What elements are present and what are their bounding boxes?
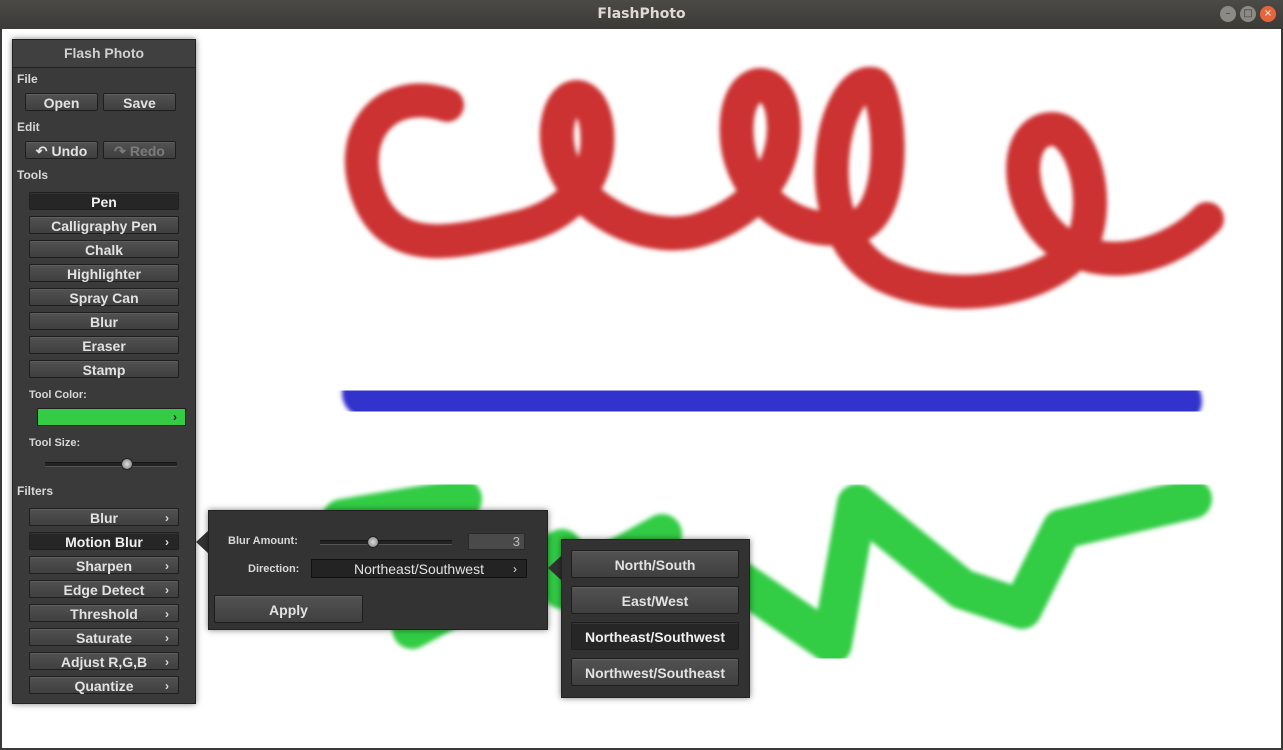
filter-blur-button[interactable]: Blur › [29,508,179,526]
tool-size-slider[interactable] [45,462,177,467]
direction-option-northeast-southwest[interactable]: Northeast/Southwest [571,622,739,650]
chevron-right-icon: › [173,410,177,424]
filter-label: Quantize [74,678,134,694]
window-title: FlashPhoto [597,6,686,22]
tool-chalk-button[interactable]: Chalk [29,240,179,258]
control-panel: Flash Photo File Open Save Edit ↶ Undo ↷ R… [12,39,196,704]
filters-heading: Filters [17,484,54,498]
option-label: North/South [614,557,696,573]
option-label: East/West [621,593,689,609]
tool-label: Highlighter [67,266,141,282]
redo-button[interactable]: ↷ Redo [103,141,176,159]
redo-icon: ↷ [114,143,126,159]
direction-option-north-south[interactable]: North/South [571,550,739,578]
chevron-right-icon: › [165,679,169,693]
blue-line-stroke [342,367,1202,435]
chevron-right-icon: › [165,559,169,573]
tools-heading: Tools [17,168,49,182]
tool-size-slider-thumb[interactable] [120,458,133,470]
title-bar: FlashPhoto – □ × [0,0,1283,30]
undo-button[interactable]: ↶ Undo [25,141,98,159]
minimize-icon[interactable]: – [1220,6,1236,22]
undo-label: Undo [51,143,88,159]
direction-dropdown: North/South East/West Northeast/Southwes… [561,539,750,698]
filter-label: Motion Blur [65,534,143,550]
red-loop-stroke [345,67,1224,309]
open-label: Open [43,95,80,111]
panel-title: Flash Photo [13,40,195,68]
chevron-right-icon: › [165,607,169,621]
filter-motion-blur-button[interactable]: Motion Blur › [29,532,179,550]
direction-value: Northeast/Southwest [354,561,484,577]
undo-icon: ↶ [35,143,48,159]
filter-saturate-button[interactable]: Saturate › [29,628,179,646]
save-button[interactable]: Save [103,93,176,111]
apply-label: Apply [269,602,308,618]
chevron-right-icon: › [165,631,169,645]
tool-pen-button[interactable]: Pen [29,192,179,210]
tool-color-label: Tool Color: [29,389,87,401]
tool-eraser-button[interactable]: Eraser [29,336,179,354]
chevron-right-icon: › [165,535,169,549]
tool-blur-button[interactable]: Blur [29,312,179,330]
filter-label: Threshold [70,606,138,622]
filter-label: Sharpen [75,558,132,574]
tool-label: Stamp [82,362,126,378]
tool-calligraphy-pen-button[interactable]: Calligraphy Pen [29,216,179,234]
chevron-right-icon: › [165,655,169,669]
option-label: Northwest/Southeast [584,665,725,681]
chevron-right-icon: › [165,583,169,597]
filter-adjust-rgb-button[interactable]: Adjust R,G,B › [29,652,179,670]
direction-option-east-west[interactable]: East/West [571,586,739,614]
tool-label: Eraser [82,338,126,354]
tool-stamp-button[interactable]: Stamp [29,360,179,378]
tool-size-label: Tool Size: [29,437,81,449]
apply-button[interactable]: Apply [214,595,363,623]
save-label: Save [123,95,156,111]
chevron-right-icon: › [165,511,169,525]
filter-label: Blur [90,510,118,526]
filter-label: Saturate [75,630,133,646]
maximize-icon[interactable]: □ [1240,6,1256,22]
blur-amount-field[interactable]: 3 [468,533,525,550]
filter-sharpen-button[interactable]: Sharpen › [29,556,179,574]
tool-label: Spray Can [69,290,139,306]
tool-color-picker[interactable]: › [37,408,186,426]
filter-quantize-button[interactable]: Quantize › [29,676,179,694]
blur-amount-slider-thumb[interactable] [366,536,379,548]
redo-label: Redo [129,143,165,159]
option-label: Northeast/Southwest [584,629,725,645]
tool-label: Chalk [84,242,124,258]
tool-label: Pen [91,194,117,210]
tool-highlighter-button[interactable]: Highlighter [29,264,179,282]
filter-edge-detect-button[interactable]: Edge Detect › [29,580,179,598]
filter-threshold-button[interactable]: Threshold › [29,604,179,622]
motion-blur-popup: Blur Amount: 3 Direction: Northeast/Sout… [208,510,548,630]
blur-amount-label: Blur Amount: [228,535,298,547]
direction-select[interactable]: Northeast/Southwest › [311,559,527,578]
edit-heading: Edit [17,120,40,134]
tool-label: Blur [90,314,118,330]
chevron-right-icon: › [513,562,517,576]
filter-label: Edge Detect [63,582,145,598]
direction-option-northwest-southeast[interactable]: Northwest/Southeast [571,658,739,686]
tool-label: Calligraphy Pen [51,218,157,234]
filter-label: Adjust R,G,B [60,654,148,670]
close-icon[interactable]: × [1260,6,1276,22]
tool-spray-can-button[interactable]: Spray Can [29,288,179,306]
file-heading: File [17,72,38,86]
dropdown-pointer [548,556,561,580]
direction-label: Direction: [248,563,300,575]
open-button[interactable]: Open [25,93,98,111]
blur-amount-slider[interactable] [320,540,452,545]
